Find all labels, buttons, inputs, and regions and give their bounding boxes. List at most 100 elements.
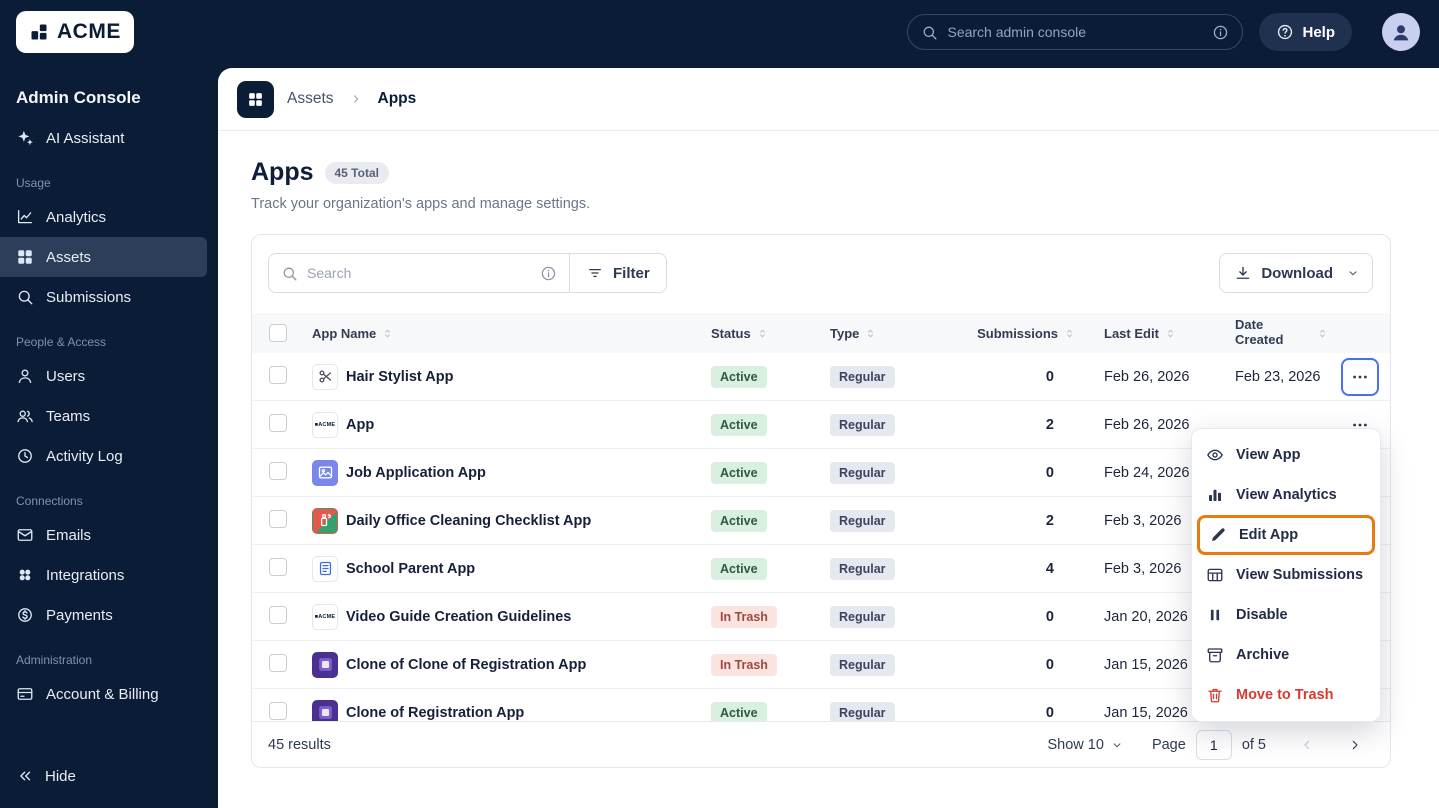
magnifier-icon — [16, 288, 34, 306]
sidebar-item-label: Submissions — [46, 288, 132, 306]
row-checkbox[interactable] — [269, 461, 287, 480]
sidebar-item-label: Emails — [46, 526, 92, 544]
app-name[interactable]: School Parent App — [346, 561, 475, 577]
menu-item-view-app[interactable]: View App — [1192, 435, 1380, 475]
download-button[interactable]: Download — [1219, 253, 1373, 293]
select-all-checkbox[interactable] — [269, 324, 287, 342]
app-name[interactable]: App — [346, 417, 374, 433]
dollar-icon — [16, 606, 34, 624]
breadcrumb-assets[interactable]: Assets — [287, 90, 334, 108]
table-search-input[interactable] — [307, 265, 531, 281]
sidebar-item-ai-assistant[interactable]: AI Assistant — [0, 118, 207, 158]
acme-logo-icon — [29, 22, 49, 42]
sidebar-section-label: Usage — [16, 176, 51, 190]
sidebar-section-label: Connections — [16, 494, 83, 508]
column-header-app-name[interactable]: App Name — [296, 326, 711, 341]
person-icon — [1389, 20, 1413, 44]
page-subtitle: Track your organization's apps and manag… — [251, 196, 591, 212]
sidebar-item-emails[interactable]: Emails — [0, 515, 207, 555]
sidebar-section: Connections Emails Integrations Payments — [0, 476, 218, 635]
sidebar-item-label: Assets — [46, 248, 92, 266]
brand-logo[interactable]: ACME — [16, 11, 134, 53]
sidebar-item-label: AI Assistant — [46, 129, 125, 147]
hide-label: Hide — [45, 767, 76, 785]
chevron-right-icon — [349, 92, 363, 106]
info-icon[interactable] — [540, 265, 557, 282]
sidebar-item-users[interactable]: Users — [0, 356, 207, 396]
search-icon — [281, 265, 298, 282]
app-name[interactable]: Job Application App — [346, 465, 486, 481]
menu-item-disable[interactable]: Disable — [1192, 595, 1380, 635]
ellipsis-icon — [1350, 367, 1370, 387]
column-header-submissions[interactable]: Submissions — [976, 326, 1076, 341]
sparkles-icon — [16, 129, 34, 147]
user-avatar[interactable] — [1382, 13, 1420, 51]
previous-page-button[interactable] — [1296, 734, 1318, 756]
admin-search[interactable] — [907, 14, 1244, 50]
sidebar-item-payments[interactable]: Payments — [0, 595, 207, 635]
user-icon — [16, 367, 34, 385]
menu-item-view-submissions[interactable]: View Submissions — [1192, 555, 1380, 595]
question-icon — [1276, 23, 1294, 41]
last-edit-date: Feb 26, 2026 — [1104, 368, 1190, 385]
sidebar-item-teams[interactable]: Teams — [0, 396, 207, 436]
status-badge: In Trash — [711, 605, 777, 628]
table-search[interactable] — [268, 253, 570, 293]
sidebar-hide-button[interactable]: Hide — [0, 756, 207, 796]
sidebar-item-assets[interactable]: Assets — [0, 237, 207, 277]
column-header-status[interactable]: Status — [711, 326, 830, 341]
photo-thumbnail-icon — [312, 459, 338, 486]
column-header-last-edit[interactable]: Last Edit — [1076, 326, 1235, 341]
app-name[interactable]: Clone of Clone of Registration App — [346, 657, 586, 673]
menu-item-archive[interactable]: Archive — [1192, 635, 1380, 675]
menu-item-edit-app[interactable]: Edit App — [1197, 515, 1375, 555]
sort-icon — [1316, 327, 1329, 340]
table-footer: 45 results Show 10 Page of 5 — [252, 721, 1390, 767]
info-icon[interactable] — [1212, 24, 1229, 41]
sidebar-item-analytics[interactable]: Analytics — [0, 197, 207, 237]
sidebar-title: Admin Console — [16, 88, 141, 107]
sort-icon — [381, 327, 394, 340]
menu-item-move-to-trash[interactable]: Move to Trash — [1192, 675, 1380, 715]
row-checkbox[interactable] — [269, 365, 287, 384]
analytics-icon — [16, 208, 34, 226]
row-actions-button[interactable] — [1341, 357, 1379, 396]
row-checkbox[interactable] — [269, 557, 287, 576]
sidebar-item-activity-log[interactable]: Activity Log — [0, 436, 207, 476]
filter-label: Filter — [613, 264, 650, 282]
brand-name: ACME — [57, 20, 121, 43]
table-header: App Name Status Type Submissions Last Ed… — [252, 313, 1390, 353]
status-badge: Active — [711, 557, 767, 580]
sidebar-item-account-billing[interactable]: Account & Billing — [0, 674, 207, 714]
admin-search-input[interactable] — [947, 24, 1204, 40]
team-icon — [16, 407, 34, 425]
archive-icon — [1206, 646, 1224, 664]
app-name[interactable]: Hair Stylist App — [346, 369, 453, 385]
filter-button[interactable]: Filter — [569, 253, 667, 293]
row-checkbox[interactable] — [269, 605, 287, 624]
app-name[interactable]: Clone of Registration App — [346, 705, 524, 721]
acme-thumbnail-icon: ■ACME — [312, 411, 338, 438]
chevron-left-icon — [1299, 737, 1315, 753]
column-header-type[interactable]: Type — [830, 326, 976, 341]
app-name[interactable]: Video Guide Creation Guidelines — [346, 609, 571, 625]
row-checkbox[interactable] — [269, 701, 287, 720]
submissions-count: 2 — [1045, 416, 1054, 433]
menu-item-view-analytics[interactable]: View Analytics — [1192, 475, 1380, 515]
row-checkbox[interactable] — [269, 653, 287, 672]
app-name[interactable]: Daily Office Cleaning Checklist App — [346, 513, 591, 529]
help-button[interactable]: Help — [1259, 13, 1352, 51]
row-checkbox[interactable] — [269, 509, 287, 528]
submissions-count: 0 — [1045, 656, 1054, 673]
row-checkbox[interactable] — [269, 413, 287, 432]
type-badge: Regular — [830, 509, 895, 532]
column-header-date-created[interactable]: Date Created — [1235, 317, 1335, 348]
page-size-select[interactable]: Show 10 — [1048, 737, 1124, 753]
clock-icon — [16, 447, 34, 465]
sidebar-item-submissions[interactable]: Submissions — [0, 277, 207, 317]
sidebar-item-integrations[interactable]: Integrations — [0, 555, 207, 595]
eye-icon — [1206, 446, 1224, 464]
next-page-button[interactable] — [1344, 734, 1366, 756]
page-number-input[interactable] — [1195, 729, 1232, 760]
submissions-count: 4 — [1045, 560, 1054, 577]
